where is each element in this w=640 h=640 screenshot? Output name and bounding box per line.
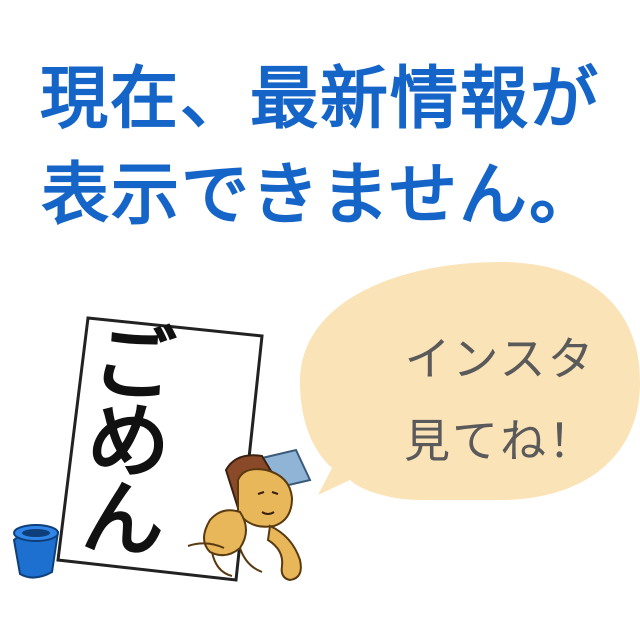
bucket-icon (12, 524, 60, 579)
sign-text: ご め ん (79, 313, 186, 571)
sign-char-3: ん (79, 468, 168, 571)
